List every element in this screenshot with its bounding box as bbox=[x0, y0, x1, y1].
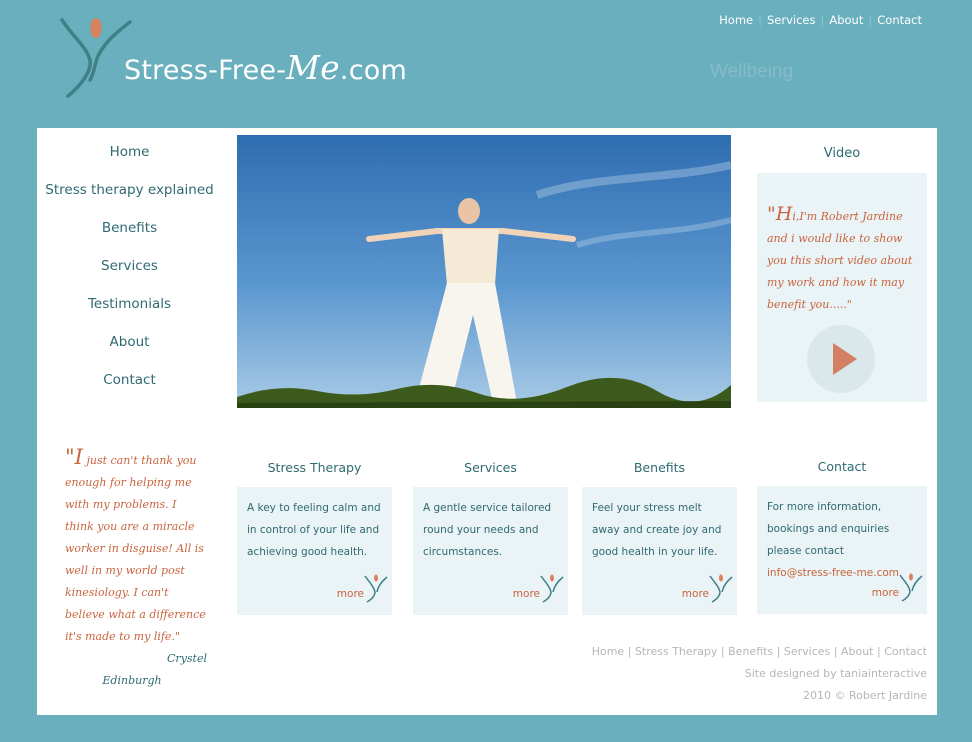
section-title-contact: Contact bbox=[817, 459, 867, 474]
section-card-benefits: Feel your stress melt away and create jo… bbox=[582, 487, 737, 615]
logo-figure-icon bbox=[899, 573, 923, 602]
play-button-icon[interactable] bbox=[807, 325, 875, 393]
section-text: A key to feeling calm and in control of … bbox=[247, 502, 381, 558]
sidebar-nav: Home Stress therapy explained Benefits S… bbox=[37, 144, 222, 410]
testimonial-text: just can't thank you enough for helping … bbox=[65, 454, 206, 643]
contact-email-link[interactable]: info@stress-free-me.com bbox=[767, 567, 899, 579]
video-box[interactable]: "Hi,I'm Robert Jardine and i would like … bbox=[757, 173, 927, 402]
content-panel: Home Stress therapy explained Benefits S… bbox=[37, 128, 937, 715]
footer-link-about[interactable]: About bbox=[841, 645, 874, 658]
site-logo[interactable]: Stress-Free-Me.com bbox=[60, 14, 420, 104]
section-card-stress-therapy: A key to feeling calm and in control of … bbox=[237, 487, 392, 615]
quote-mark: " bbox=[767, 203, 776, 225]
video-quote-initial: H bbox=[775, 203, 793, 225]
quote-mark: " bbox=[65, 445, 75, 469]
testimonial-location: Edinburgh bbox=[102, 674, 162, 687]
tagline: Wellbeing bbox=[710, 61, 794, 82]
more-link[interactable]: more bbox=[337, 583, 364, 605]
video-title: Video bbox=[823, 146, 861, 161]
section-title-stress-therapy: Stress Therapy bbox=[267, 460, 362, 475]
footer-copyright: 2010 © Robert Jardine bbox=[802, 689, 927, 702]
hero-image bbox=[237, 135, 731, 408]
top-nav-home[interactable]: Home bbox=[714, 13, 758, 27]
footer-link-home[interactable]: Home bbox=[592, 645, 624, 658]
top-nav-services[interactable]: Services bbox=[762, 13, 821, 27]
section-text: For more information, bookings and enqui… bbox=[767, 501, 890, 557]
footer-credit: Site designed by taniainteractive bbox=[744, 667, 927, 680]
testimonial-author: Crystel bbox=[167, 652, 207, 665]
more-link[interactable]: more bbox=[513, 583, 540, 605]
footer: Home | Stress Therapy | Benefits | Servi… bbox=[592, 641, 927, 707]
sidebar-item-services[interactable]: Services bbox=[37, 258, 222, 296]
testimonial: "I just can't thank you enough for helpi… bbox=[57, 446, 207, 692]
footer-link-benefits[interactable]: Benefits bbox=[728, 645, 773, 658]
logo-figure-icon bbox=[540, 574, 564, 603]
section-title-services: Services bbox=[464, 460, 517, 475]
more-link[interactable]: more bbox=[682, 583, 709, 605]
sidebar-item-home[interactable]: Home bbox=[37, 144, 222, 182]
footer-link-services[interactable]: Services bbox=[784, 645, 830, 658]
sidebar-item-contact[interactable]: Contact bbox=[37, 372, 222, 410]
logo-text: Stress-Free-Me.com bbox=[124, 48, 407, 87]
sidebar-item-benefits[interactable]: Benefits bbox=[37, 220, 222, 258]
section-text: A gentle service tailored round your nee… bbox=[423, 502, 552, 558]
footer-link-stress-therapy[interactable]: Stress Therapy bbox=[635, 645, 718, 658]
video-quote-text: i,I'm Robert Jardine and i would like to… bbox=[767, 210, 913, 311]
testimonial-initial: I bbox=[74, 445, 83, 469]
footer-link-contact[interactable]: Contact bbox=[884, 645, 927, 658]
top-nav: Home | Services | About | Contact bbox=[714, 13, 927, 27]
video-quote: "Hi,I'm Robert Jardine and i would like … bbox=[767, 203, 919, 316]
logo-figure-icon bbox=[709, 574, 733, 603]
top-nav-contact[interactable]: Contact bbox=[872, 13, 927, 27]
sidebar-item-stress-therapy-explained[interactable]: Stress therapy explained bbox=[37, 182, 222, 220]
section-title-benefits: Benefits bbox=[633, 460, 686, 475]
sidebar-item-about[interactable]: About bbox=[37, 334, 222, 372]
logo-figure-icon bbox=[60, 18, 132, 98]
sidebar-item-testimonials[interactable]: Testimonials bbox=[37, 296, 222, 334]
footer-links: Home | Stress Therapy | Benefits | Servi… bbox=[591, 645, 927, 658]
more-link[interactable]: more bbox=[872, 582, 899, 604]
logo-figure-icon bbox=[364, 574, 388, 603]
section-card-services: A gentle service tailored round your nee… bbox=[413, 487, 568, 615]
section-card-contact: For more information, bookings and enqui… bbox=[757, 486, 927, 614]
section-text: Feel your stress melt away and create jo… bbox=[592, 502, 722, 558]
top-nav-about[interactable]: About bbox=[824, 13, 868, 27]
